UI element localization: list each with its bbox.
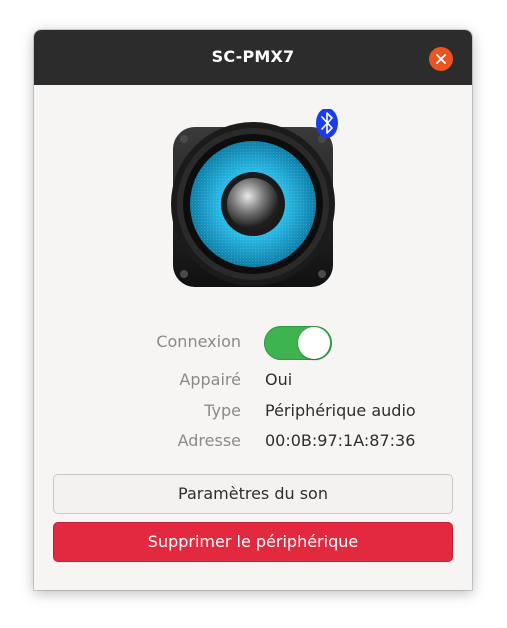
remove-device-button[interactable]: Supprimer le périphérique xyxy=(53,522,453,562)
speaker-icon xyxy=(171,109,338,287)
address-value: 00:0B:97:1A:87:36 xyxy=(265,431,416,450)
toggle-knob xyxy=(298,327,330,359)
bluetooth-icon xyxy=(316,109,338,138)
paired-value: Oui xyxy=(265,370,293,389)
connection-label: Connexion xyxy=(156,332,241,351)
connection-toggle[interactable] xyxy=(264,326,332,360)
window-title: SC-PMX7 xyxy=(211,47,295,66)
address-label: Adresse xyxy=(177,431,241,450)
bluetooth-device-dialog: SC-PMX7 Connexion Appairé Oui Type Périp… xyxy=(34,30,472,590)
type-value: Périphérique audio xyxy=(265,401,416,420)
titlebar: SC-PMX7 xyxy=(34,30,472,85)
type-label: Type xyxy=(204,401,241,420)
close-button[interactable] xyxy=(429,47,453,71)
sound-settings-button[interactable]: Paramètres du son xyxy=(53,474,453,514)
close-icon xyxy=(436,54,446,64)
paired-label: Appairé xyxy=(179,370,241,389)
